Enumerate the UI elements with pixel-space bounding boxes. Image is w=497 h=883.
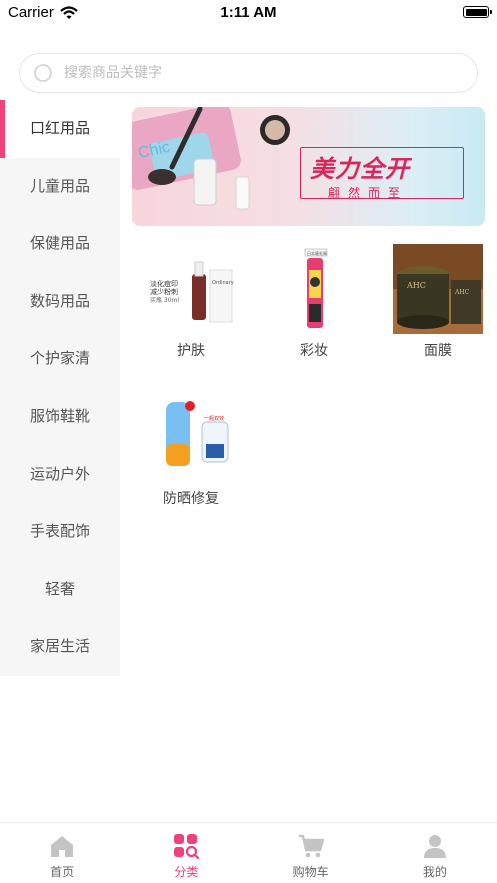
sunscreen-image: 一瓶双效	[146, 392, 236, 482]
profile-icon	[422, 833, 448, 859]
clock: 1:11 AM	[220, 4, 277, 21]
category-label: 彩妆	[300, 343, 328, 359]
sidebar-item-apparel[interactable]: 服饰鞋靴	[0, 388, 120, 446]
svg-text:AHC: AHC	[406, 281, 426, 290]
tab-category[interactable]: 分类	[124, 823, 248, 883]
category-skincare[interactable]: 淡化痘印 减少粉刺 买瓶 30ml Ordinary 护肤	[136, 244, 246, 360]
sidebar-item-home[interactable]: 家居生活	[0, 618, 120, 676]
tab-cart[interactable]: 购物车	[249, 823, 373, 883]
tab-label: 首页	[50, 865, 75, 879]
banner-title: 美力全开	[310, 154, 410, 183]
mask-image: AHC AHC	[393, 244, 483, 334]
search-icon	[33, 63, 54, 84]
svg-text:减少粉刺: 减少粉刺	[150, 287, 178, 296]
promo-banner[interactable]: Chic 美力全开 翩然而至	[132, 107, 485, 226]
battery-icon	[463, 6, 492, 18]
svg-text:日本睫毛膏: 日本睫毛膏	[307, 250, 327, 256]
sidebar-item-health[interactable]: 保健用品	[0, 215, 120, 273]
category-label: 防晒修复	[163, 491, 219, 507]
status-bar: Carrier 1:11 AM	[0, 0, 497, 26]
sidebar-item-digital[interactable]: 数码用品	[0, 273, 120, 331]
svg-text:Ordinary: Ordinary	[212, 280, 234, 286]
sidebar-item-kids[interactable]: 儿童用品	[0, 158, 120, 216]
tab-label: 分类	[174, 865, 199, 879]
category-sidebar: 口红用品 儿童用品 保健用品 数码用品 个护家清 服饰鞋靴 运动户外 手表配饰 …	[0, 100, 120, 676]
category-sunscreen[interactable]: 一瓶双效 防晒修复	[136, 392, 246, 508]
sidebar-item-outdoor[interactable]: 运动户外	[0, 446, 120, 504]
bottom-tab-bar: 首页 分类 购物车 我的	[0, 822, 497, 883]
svg-text:AHC: AHC	[454, 289, 470, 296]
tab-label: 我的	[422, 865, 447, 879]
skincare-image: 淡化痘印 减少粉刺 买瓶 30ml Ordinary	[146, 244, 236, 334]
category-mask[interactable]: AHC AHC 面膜	[383, 244, 493, 360]
svg-text:淡化痘印: 淡化痘印	[150, 279, 178, 288]
tab-home[interactable]: 首页	[0, 823, 124, 883]
tab-label: 购物车	[292, 865, 329, 879]
category-label: 面膜	[424, 343, 452, 359]
tab-profile[interactable]: 我的	[373, 823, 497, 883]
sidebar-item-lipstick[interactable]: 口红用品	[0, 100, 120, 158]
search-input[interactable]	[62, 64, 446, 82]
search-bar[interactable]	[19, 53, 478, 93]
sidebar-item-personal-care[interactable]: 个护家清	[0, 330, 120, 388]
banner-subtitle: 翩然而至	[328, 186, 409, 200]
svg-text:买瓶 30ml: 买瓶 30ml	[150, 296, 179, 304]
home-icon	[49, 833, 75, 859]
makeup-image: 日本睫毛膏	[269, 244, 359, 334]
category-makeup[interactable]: 日本睫毛膏 彩妆	[259, 244, 369, 360]
sidebar-item-luxury[interactable]: 轻奢	[0, 561, 120, 619]
category-icon	[173, 833, 200, 860]
cart-icon	[298, 833, 324, 859]
sidebar-item-watches[interactable]: 手表配饰	[0, 503, 120, 561]
svg-text:一瓶双效: 一瓶双效	[204, 415, 224, 422]
category-label: 护肤	[177, 343, 205, 359]
